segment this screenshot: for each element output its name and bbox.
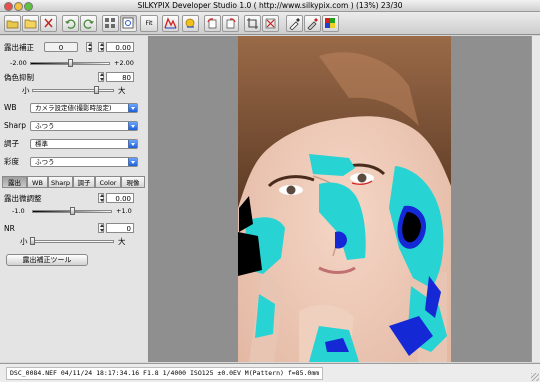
crop-button[interactable] (244, 15, 261, 32)
false-color-label: 偽色抑制 (4, 73, 34, 82)
single-view-icon (122, 17, 134, 29)
false-color-stepper[interactable] (98, 72, 104, 82)
exposure-icon (185, 18, 195, 28)
eyedropper-button[interactable] (286, 15, 303, 32)
tab-develop[interactable]: 現像 (121, 176, 145, 188)
grey-picker-button[interactable] (304, 15, 321, 32)
status-text: DSC_0084.NEF 04/11/24 18:17:34.16 F1.8 1… (6, 367, 324, 380)
saturation-value: ふつう (35, 158, 55, 166)
tone-label: 調子 (4, 139, 19, 148)
open-folder-button[interactable] (4, 15, 21, 32)
nr-label: NR (4, 224, 15, 233)
sharp-value: ふつう (35, 122, 55, 130)
status-bar: DSC_0084.NEF 04/11/24 18:17:34.16 F1.8 1… (0, 363, 540, 382)
cut-icon (44, 18, 53, 28)
exposure-tool-button[interactable]: 露出補正ツール (6, 254, 88, 266)
folder-icon (24, 19, 37, 29)
fine-exposure-stepper[interactable] (98, 193, 104, 203)
vertical-scrollbar[interactable] (531, 36, 540, 362)
tone-select[interactable]: 標準 (30, 139, 138, 149)
fine-exposure-min-label: -1.0 (12, 207, 25, 215)
false-color-slider[interactable] (32, 89, 114, 92)
exposure-min-label: -2.00 (10, 59, 27, 67)
false-color-slider-knob[interactable] (94, 86, 99, 94)
cut-button[interactable] (40, 15, 57, 32)
false-color-value[interactable]: 80 (106, 72, 134, 82)
sharp-select[interactable]: ふつう (30, 121, 138, 131)
undo-button[interactable] (62, 15, 79, 32)
sharp-label: Sharp (4, 121, 26, 130)
preview-image (238, 36, 451, 362)
saturation-label: 彩度 (4, 157, 19, 166)
wb-select[interactable]: カメラ設定値(撮影時設定) (30, 103, 138, 113)
fine-exposure-slider-knob[interactable] (70, 207, 75, 215)
eyedropper-icon (289, 18, 300, 30)
exposure-button[interactable] (182, 15, 199, 32)
tone-value: 標準 (35, 140, 48, 148)
wb-label: WB (4, 103, 17, 112)
exposure-label: 露出補正 (4, 43, 34, 52)
folder-button[interactable] (22, 15, 39, 32)
nr-value[interactable]: 0 (106, 223, 134, 233)
delete-button[interactable] (262, 15, 279, 32)
tab-sharp[interactable]: Sharp (48, 176, 73, 188)
rotate-right-button[interactable] (222, 15, 239, 32)
nr-stepper[interactable] (98, 223, 104, 233)
tab-wb[interactable]: WB (27, 176, 48, 188)
exposure-stepper[interactable] (98, 42, 104, 52)
fit-button[interactable]: Fit (140, 15, 158, 32)
resize-grip-icon[interactable] (531, 373, 539, 381)
false-color-small-label: 小 (22, 86, 30, 95)
tab-exposure[interactable]: 露出 (2, 176, 27, 188)
grey-picker-icon (307, 18, 318, 30)
tab-color[interactable]: Color (95, 176, 121, 188)
exposure-max-label: +2.00 (114, 59, 134, 67)
exposure-preset-stepper[interactable] (86, 42, 92, 52)
nr-small-label: 小 (20, 237, 28, 246)
tab-tone[interactable]: 調子 (73, 176, 95, 188)
grid-view-button[interactable] (102, 15, 119, 32)
chevron-down-icon (128, 158, 137, 166)
rotate-right-icon (226, 18, 236, 29)
image-viewer[interactable] (149, 36, 531, 362)
single-view-button[interactable] (120, 15, 137, 32)
nr-slider[interactable] (30, 240, 114, 243)
rotate-left-button[interactable] (204, 15, 221, 32)
redo-icon (83, 19, 94, 29)
delete-icon (265, 18, 276, 29)
wb-value: カメラ設定値(撮影時設定) (35, 104, 112, 112)
chevron-down-icon (128, 104, 137, 112)
saturation-select[interactable]: ふつう (30, 157, 138, 167)
nr-slider-knob[interactable] (30, 237, 35, 245)
fine-exposure-label: 露出微調整 (4, 194, 42, 203)
undo-icon (65, 19, 76, 29)
color-tool-icon (325, 18, 335, 28)
exposure-preset-select[interactable]: 0 (44, 42, 78, 52)
zoom-icon[interactable] (24, 2, 33, 11)
color-filter-icon (164, 17, 177, 29)
chevron-down-icon (128, 140, 137, 148)
fine-exposure-value[interactable]: 0.00 (106, 193, 134, 203)
crop-icon (247, 18, 258, 29)
open-folder-icon (6, 20, 19, 29)
exposure-slider-knob[interactable] (68, 59, 73, 67)
color-tool-button[interactable] (322, 15, 339, 32)
minimize-icon[interactable] (14, 2, 23, 11)
close-icon[interactable] (4, 2, 13, 11)
adjustment-panel: 露出補正 0 0.00 -2.00 +2.00 偽色抑制 80 小 大 WB カ… (0, 36, 149, 362)
false-color-large-label: 大 (118, 86, 126, 95)
redo-button[interactable] (80, 15, 97, 32)
rotate-left-icon (207, 18, 217, 29)
window-title: SILKYPIX Developer Studio 1.0 ( http://w… (137, 1, 403, 10)
grid-view-icon (105, 18, 115, 28)
title-bar: SILKYPIX Developer Studio 1.0 ( http://w… (0, 0, 540, 12)
fine-exposure-max-label: +1.0 (116, 207, 132, 215)
toolbar: Fit (0, 12, 540, 35)
nr-large-label: 大 (118, 237, 126, 246)
color-filter-button[interactable] (162, 15, 179, 32)
exposure-value[interactable]: 0.00 (106, 42, 134, 52)
chevron-down-icon (128, 122, 137, 130)
